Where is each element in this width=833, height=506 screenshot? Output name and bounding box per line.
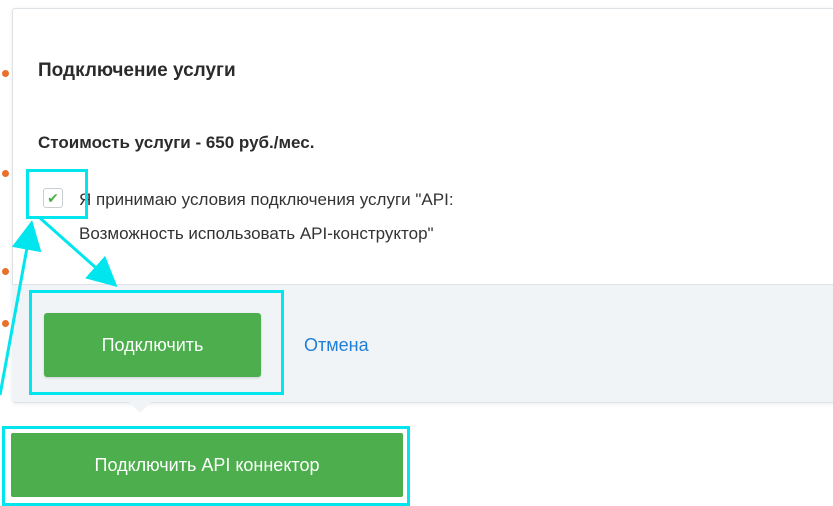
annotation-arrows: [0, 216, 118, 396]
arrow-to-connect-button: [39, 216, 118, 287]
arrow-to-checkbox: [0, 220, 42, 396]
